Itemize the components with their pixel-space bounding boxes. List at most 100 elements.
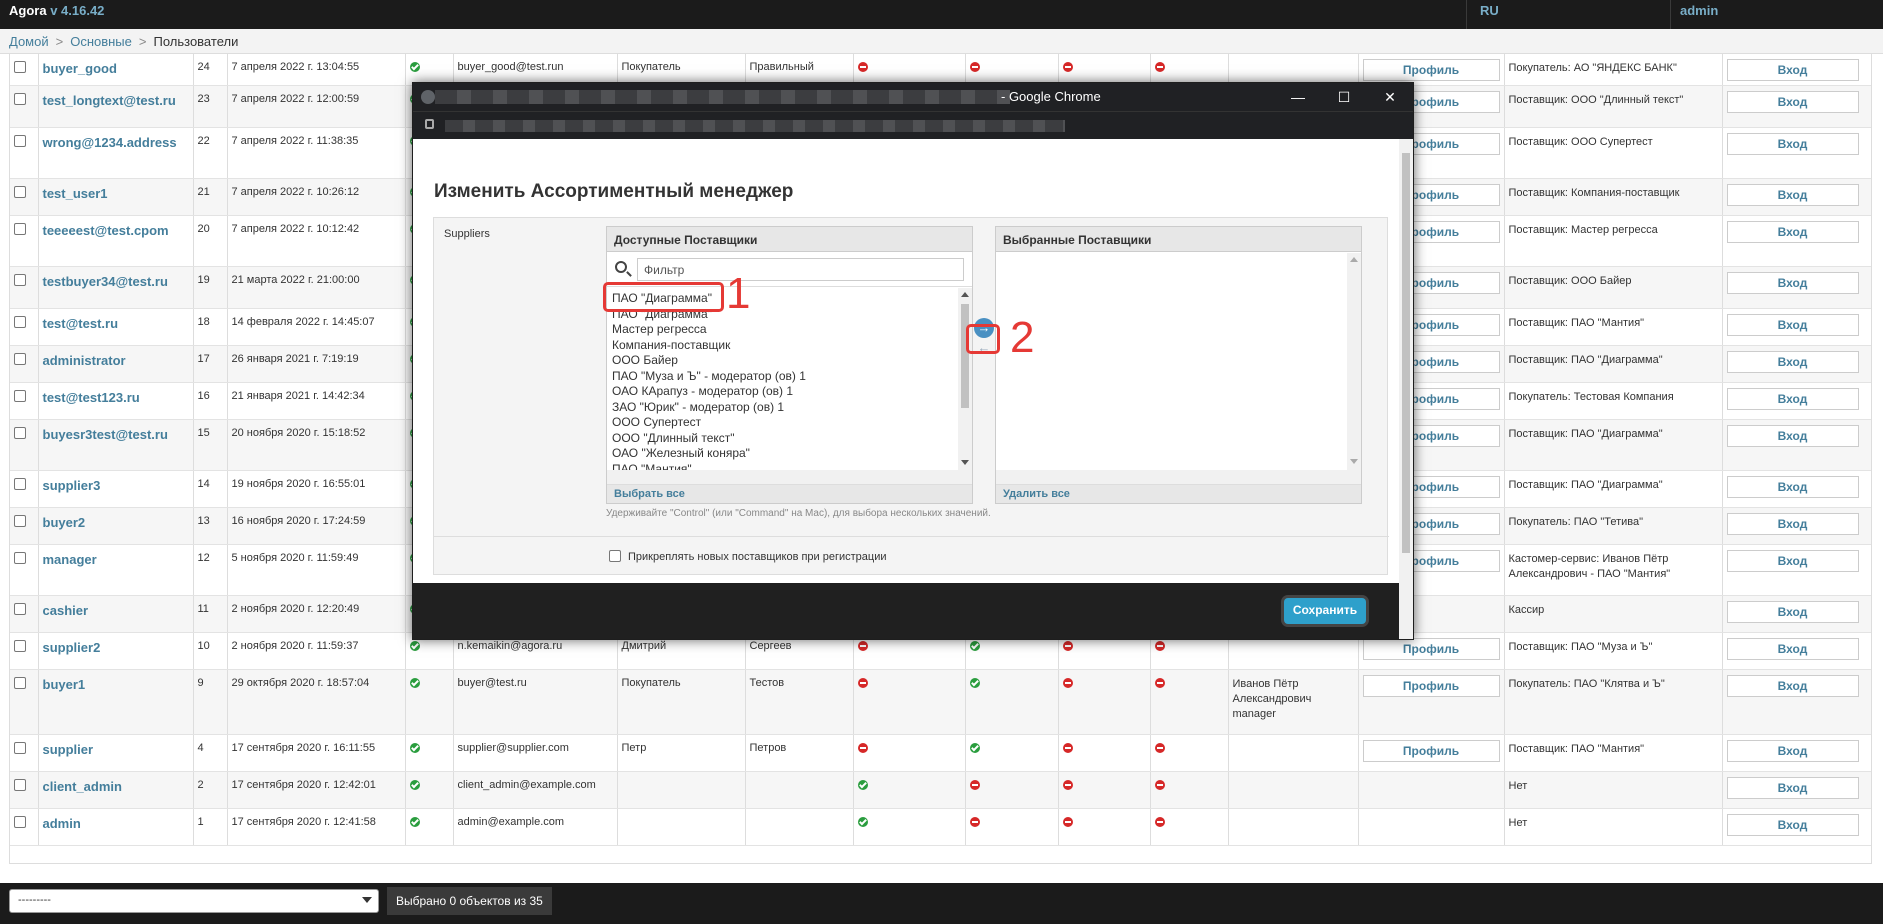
login-cell[interactable]: supplier3 xyxy=(38,470,194,508)
scroll-down-icon[interactable] xyxy=(1350,459,1358,464)
login-cell[interactable]: test_longtext@test.ru xyxy=(38,85,194,128)
login-as-button[interactable]: Вход xyxy=(1726,221,1859,243)
supplier-option[interactable]: ООО "Длинный текст" xyxy=(612,431,967,447)
login-cell[interactable]: cashier xyxy=(38,595,194,633)
user-login-link[interactable]: manager xyxy=(43,552,97,567)
user-login-link[interactable]: buyer_good xyxy=(43,61,117,76)
login-as-button[interactable]: Вход xyxy=(1726,777,1859,799)
row-select-cell[interactable] xyxy=(10,85,39,128)
supplier-option[interactable]: Мастер регресса xyxy=(612,322,967,338)
login-as-button[interactable]: Вход xyxy=(1726,133,1859,155)
login-cell[interactable]: buyer_good xyxy=(38,54,194,86)
login-as-button[interactable]: Вход xyxy=(1726,425,1859,447)
row-checkbox[interactable] xyxy=(14,640,26,652)
user-login-link[interactable]: test@test123.ru xyxy=(43,390,140,405)
user-login-link[interactable]: supplier3 xyxy=(43,478,101,493)
login-as-button[interactable]: Вход xyxy=(1726,91,1859,113)
login-as-button[interactable]: Вход xyxy=(1726,550,1859,572)
row-checkbox[interactable] xyxy=(14,515,26,527)
user-login-link[interactable]: administrator xyxy=(43,353,126,368)
horizontal-scrollbar[interactable] xyxy=(607,470,972,484)
row-select-cell[interactable] xyxy=(10,127,39,179)
login-as-button[interactable]: Вход xyxy=(1726,601,1859,623)
login-cell[interactable]: buyer2 xyxy=(38,507,194,545)
supplier-option[interactable]: Компания-поставщик xyxy=(612,338,967,354)
login-cell[interactable]: test@test.ru xyxy=(38,308,194,346)
login-as-button[interactable]: Вход xyxy=(1726,740,1859,762)
row-checkbox[interactable] xyxy=(14,779,26,791)
login-as-button[interactable]: Вход xyxy=(1726,272,1859,294)
row-select-cell[interactable] xyxy=(10,54,39,86)
supplier-option[interactable]: ООО Байер xyxy=(612,353,967,369)
login-cell[interactable]: teeeeest@test.cpom xyxy=(38,215,194,267)
user-login-link[interactable]: supplier xyxy=(43,742,94,757)
row-select-cell[interactable] xyxy=(10,771,39,809)
supplier-option[interactable]: ПАО "Муза и Ъ" - модератор (ов) 1 xyxy=(612,369,967,385)
login-cell[interactable]: admin xyxy=(38,808,194,846)
filter-input[interactable]: Фильтр xyxy=(637,258,964,281)
row-select-cell[interactable] xyxy=(10,544,39,596)
row-select-cell[interactable] xyxy=(10,669,39,735)
scrollbar-thumb[interactable] xyxy=(1402,153,1410,553)
row-select-cell[interactable] xyxy=(10,507,39,545)
row-checkbox[interactable] xyxy=(14,552,26,564)
user-login-link[interactable]: buyesr3test@test.ru xyxy=(43,427,168,442)
language-switch[interactable]: RU xyxy=(1480,3,1499,18)
profile-button[interactable]: Профиль xyxy=(1362,59,1500,81)
supplier-option[interactable]: ПАО "Мантия" xyxy=(612,462,967,470)
attach-new-suppliers-row[interactable]: Прикреплять новых поставщиков при регист… xyxy=(609,548,887,563)
row-select-cell[interactable] xyxy=(10,215,39,267)
row-select-cell[interactable] xyxy=(10,345,39,383)
breadcrumb-home[interactable]: Домой xyxy=(9,34,49,49)
row-select-cell[interactable] xyxy=(10,308,39,346)
scroll-down-icon[interactable] xyxy=(961,460,969,465)
supplier-option[interactable]: ООО Супертест xyxy=(612,415,967,431)
row-checkbox[interactable] xyxy=(14,603,26,615)
profile-button[interactable]: Профиль xyxy=(1362,740,1500,762)
user-login-link[interactable]: supplier2 xyxy=(43,640,101,655)
list-scrollbar[interactable] xyxy=(1347,253,1361,470)
row-select-cell[interactable] xyxy=(10,734,39,772)
select-all-link[interactable]: Выбрать все xyxy=(607,484,972,503)
user-login-link[interactable]: test_longtext@test.ru xyxy=(43,93,176,108)
row-select-cell[interactable] xyxy=(10,382,39,420)
row-checkbox[interactable] xyxy=(14,390,26,402)
remove-all-link[interactable]: Удалить все xyxy=(996,484,1361,503)
action-select[interactable]: --------- xyxy=(9,889,379,913)
row-checkbox[interactable] xyxy=(14,274,26,286)
login-cell[interactable]: buyesr3test@test.ru xyxy=(38,419,194,471)
page-scrollbar[interactable] xyxy=(1399,139,1413,639)
login-cell[interactable]: administrator xyxy=(38,345,194,383)
login-as-button[interactable]: Вход xyxy=(1726,59,1859,81)
row-checkbox[interactable] xyxy=(14,61,26,73)
user-login-link[interactable]: test_user1 xyxy=(43,186,108,201)
list-scrollbar[interactable] xyxy=(958,288,972,470)
login-cell[interactable]: test_user1 xyxy=(38,178,194,216)
minimize-icon[interactable]: — xyxy=(1275,83,1321,111)
row-checkbox[interactable] xyxy=(14,353,26,365)
maximize-icon[interactable]: ☐ xyxy=(1321,83,1367,111)
horizontal-scrollbar[interactable] xyxy=(996,470,1361,484)
login-cell[interactable]: wrong@1234.address xyxy=(38,127,194,179)
row-select-cell[interactable] xyxy=(10,178,39,216)
breadcrumb-section[interactable]: Основные xyxy=(70,34,132,49)
brand[interactable]: Agora v 4.16.42 xyxy=(9,3,104,18)
row-checkbox[interactable] xyxy=(14,316,26,328)
row-checkbox[interactable] xyxy=(14,223,26,235)
user-login-link[interactable]: client_admin xyxy=(43,779,122,794)
profile-button[interactable]: Профиль xyxy=(1362,638,1500,660)
login-as-button[interactable]: Вход xyxy=(1726,638,1859,660)
user-login-link[interactable]: buyer1 xyxy=(43,677,86,692)
login-as-button[interactable]: Вход xyxy=(1726,675,1859,697)
login-as-button[interactable]: Вход xyxy=(1726,184,1859,206)
scroll-up-icon[interactable] xyxy=(961,292,969,297)
row-checkbox[interactable] xyxy=(14,186,26,198)
login-as-button[interactable]: Вход xyxy=(1726,351,1859,373)
login-as-button[interactable]: Вход xyxy=(1726,814,1859,836)
save-button[interactable]: Сохранить xyxy=(1284,598,1366,624)
row-select-cell[interactable] xyxy=(10,595,39,633)
chrome-titlebar[interactable]: - Google Chrome — ☐ ✕ xyxy=(413,83,1413,111)
profile-button[interactable]: Профиль xyxy=(1362,675,1500,697)
row-checkbox[interactable] xyxy=(14,816,26,828)
chosen-suppliers-list[interactable] xyxy=(996,253,1361,469)
